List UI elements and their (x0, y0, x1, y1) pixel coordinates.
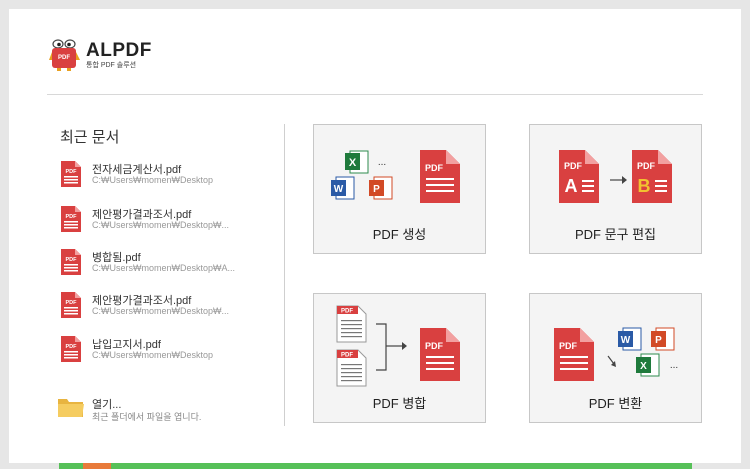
pdf-merge-icon: PDF PDF PDF (336, 305, 460, 387)
svg-text:P: P (373, 184, 380, 195)
word-icon: W (331, 176, 355, 200)
pdf-page-icon: PDF (336, 349, 367, 387)
excel-icon: X ... (636, 353, 678, 377)
pdf-file-icon: PDF (61, 249, 81, 275)
svg-text:P: P (655, 335, 662, 346)
arrow-right-icon (610, 176, 627, 184)
folder-icon (58, 399, 84, 417)
recent-document-path: C:₩Users₩momen₩Desktop₩... (92, 220, 230, 230)
recent-document-item[interactable]: PDF 병합됨.pdf C:₩Users₩momen₩Desktop₩A... (60, 247, 280, 277)
pdf-document-icon: PDF (554, 328, 594, 381)
pdf-create-button[interactable]: X ... W P PDF PDF 생성 (313, 124, 486, 254)
pdf-file-icon: PDF (61, 292, 81, 318)
svg-text:PDF: PDF (66, 214, 78, 220)
svg-text:PDF: PDF (66, 257, 78, 263)
header-divider (47, 94, 703, 95)
open-file-hint: 최근 폴더에서 파일을 엽니다. (92, 412, 202, 422)
pdf-result-icon: PDF B (632, 150, 672, 203)
pdf-convert-icon: PDF W P X ... (554, 327, 678, 381)
panel-divider (284, 124, 285, 426)
svg-text:PDF: PDF (66, 344, 78, 350)
svg-text:PDF: PDF (66, 169, 78, 175)
svg-text:...: ... (670, 360, 678, 371)
svg-text:X: X (349, 157, 357, 169)
pdf-create-icon: X ... W P PDF (331, 150, 460, 203)
powerpoint-icon: P (651, 327, 675, 351)
pdf-edit-button[interactable]: PDF A PDF B PDF 문구 편집 (529, 124, 702, 254)
svg-text:A: A (565, 176, 578, 196)
svg-text:PDF: PDF (341, 353, 353, 359)
merge-bracket-arrow-icon (376, 323, 407, 371)
svg-text:B: B (638, 176, 651, 196)
pdf-document-icon: PDF (420, 150, 460, 203)
pdf-convert-button[interactable]: PDF W P X ... PDF 변환 (529, 293, 702, 423)
pdf-edit-icon: PDF A PDF B (559, 150, 672, 203)
progress-bar (59, 463, 692, 469)
svg-text:W: W (621, 335, 631, 346)
word-icon: W (618, 327, 642, 351)
pdf-edit-label: PDF 문구 편집 (574, 227, 657, 242)
powerpoint-icon: P (369, 176, 393, 200)
pdf-convert-label: PDF 변환 (588, 396, 643, 411)
svg-text:PDF: PDF (637, 161, 656, 171)
recent-document-item[interactable]: PDF 제안평가결과조서.pdf C:₩Users₩momen₩Desktop₩… (60, 204, 280, 234)
app-logo: PDF ALPDF 통합 PDF 솔루션 (49, 38, 152, 72)
svg-text:PDF: PDF (425, 341, 444, 351)
svg-text:...: ... (378, 157, 386, 168)
recent-document-path: C:₩Users₩momen₩Desktop (92, 350, 214, 360)
recent-document-path: C:₩Users₩momen₩Desktop (92, 175, 214, 185)
pdf-file-icon: PDF (61, 336, 81, 362)
pdf-page-icon: PDF (336, 305, 367, 343)
arrow-down-right-icon (607, 355, 616, 367)
logo-badge-text: PDF (58, 55, 70, 61)
svg-text:PDF: PDF (564, 161, 583, 171)
pdf-source-icon: PDF A (559, 150, 599, 203)
excel-icon: X ... (345, 150, 386, 174)
svg-text:PDF: PDF (66, 300, 78, 306)
app-window: PDF ALPDF 통합 PDF 솔루션 최근 문서 PDF 전자세금계산서.p… (9, 9, 741, 463)
svg-text:PDF: PDF (341, 309, 353, 315)
recent-document-item[interactable]: PDF 납입고지서.pdf C:₩Users₩momen₩Desktop (60, 334, 280, 364)
open-file-button[interactable]: 열기... 최근 폴더에서 파일을 엽니다. (57, 394, 277, 424)
pdf-create-label: PDF 생성 (372, 227, 427, 242)
app-subtitle: 통합 PDF 솔루션 (86, 61, 137, 69)
recent-document-path: C:₩Users₩momen₩Desktop₩... (92, 306, 230, 316)
pdf-file-icon: PDF (61, 161, 81, 187)
logo-mascot-icon: PDF (49, 38, 81, 72)
recent-document-item[interactable]: PDF 제안평가결과조서.pdf C:₩Users₩momen₩Desktop₩… (60, 290, 280, 320)
svg-text:X: X (640, 361, 647, 372)
recent-documents-heading: 최근 문서 (60, 129, 120, 146)
app-title: ALPDF (86, 39, 152, 61)
pdf-file-icon: PDF (61, 206, 81, 232)
svg-text:W: W (334, 184, 344, 195)
pdf-merge-button[interactable]: PDF PDF PDF PDF 병합 (313, 293, 486, 423)
pdf-document-icon: PDF (420, 328, 460, 381)
svg-text:PDF: PDF (559, 341, 578, 351)
pdf-merge-label: PDF 병합 (372, 396, 427, 411)
recent-document-item[interactable]: PDF 전자세금계산서.pdf C:₩Users₩momen₩Desktop (60, 159, 280, 189)
progress-bar-segment (83, 463, 111, 469)
svg-text:PDF: PDF (425, 163, 444, 173)
recent-document-path: C:₩Users₩momen₩Desktop₩A... (92, 263, 236, 273)
